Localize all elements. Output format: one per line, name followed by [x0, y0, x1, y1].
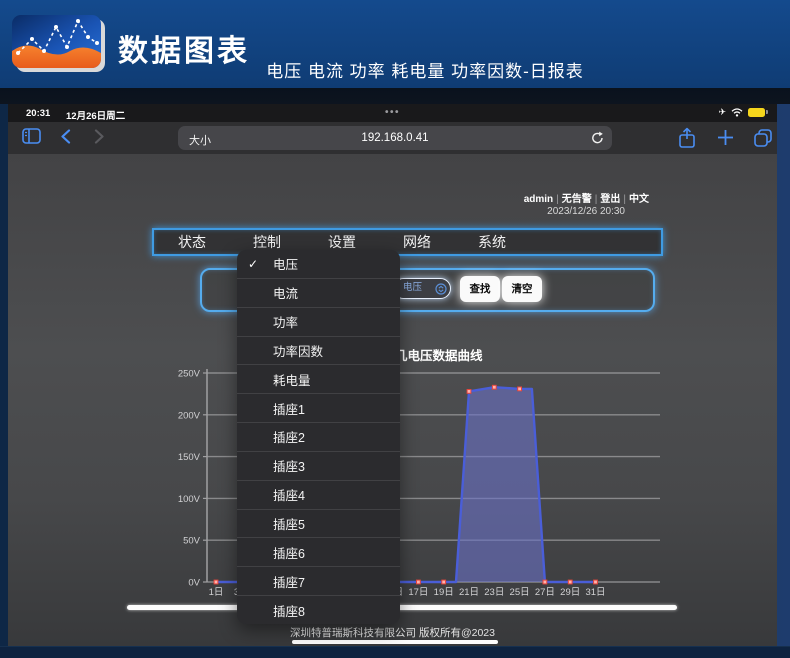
app-banner: 数据图表 电压 电流 功率 耗电量 功率因数-日报表	[0, 0, 790, 88]
new-tab-plus-icon[interactable]	[716, 128, 735, 147]
device-status-bar: 20:31 12月26日周二 ••• ✈	[8, 104, 777, 122]
dropdown-item-6[interactable]: 插座2	[237, 422, 400, 451]
svg-text:25日: 25日	[510, 587, 530, 598]
tabs-overview-icon[interactable]	[753, 128, 773, 148]
address-bar[interactable]: 大小 192.168.0.41	[178, 126, 612, 150]
language-link[interactable]: 中文	[629, 194, 649, 205]
dropdown-item-12[interactable]: 插座8	[237, 595, 400, 624]
svg-text:19日: 19日	[434, 587, 454, 598]
separator: |	[553, 194, 562, 205]
dropdown-item-label: 电压	[273, 254, 298, 273]
bottom-strip	[0, 646, 790, 658]
clear-button[interactable]: 清空	[502, 276, 542, 302]
wifi-icon	[731, 108, 743, 117]
dropdown-item-5[interactable]: 插座1	[237, 393, 400, 422]
horizontal-scrollbar[interactable]	[127, 605, 677, 610]
parameter-select-value: 电压	[403, 282, 422, 293]
report-subtitle: 电压 电流 功率 耗电量 功率因数-日报表	[230, 57, 620, 82]
nav-tab-4[interactable]: 系统	[478, 232, 506, 252]
svg-text:50V: 50V	[183, 536, 201, 547]
svg-text:100V: 100V	[178, 494, 201, 505]
tablet-screen: 20:31 12月26日周二 ••• ✈	[8, 104, 777, 646]
svg-text:17日: 17日	[408, 587, 428, 598]
dropdown-item-label: 耗电量	[273, 370, 311, 389]
find-button[interactable]: 查找	[460, 276, 500, 302]
svg-text:21日: 21日	[459, 587, 479, 598]
dropdown-item-label: 插座3	[273, 456, 305, 475]
logout-link[interactable]: 登出	[600, 194, 620, 205]
share-icon[interactable]	[678, 127, 696, 149]
dropdown-item-4[interactable]: 耗电量	[237, 364, 400, 393]
select-chevron-icon	[435, 283, 447, 295]
dropdown-item-2[interactable]: 功率	[237, 307, 400, 336]
dropdown-item-3[interactable]: 功率因数	[237, 336, 400, 365]
checkmark-icon: ✓	[248, 257, 258, 271]
svg-text:27日: 27日	[535, 587, 555, 598]
banner-divider	[0, 88, 790, 104]
dropdown-item-label: 插座8	[273, 601, 305, 620]
dropdown-item-11[interactable]: 插座7	[237, 566, 400, 595]
svg-text:31日: 31日	[585, 587, 605, 598]
parameter-dropdown-menu: ✓ 电压电流功率功率因数耗电量插座1 插座2 插座3 插座4 插座5 插座6 插座7 插座8	[237, 250, 400, 624]
dropdown-item-label: 功率因数	[273, 341, 323, 360]
nav-tab-0[interactable]: 状态	[178, 232, 206, 252]
svg-text:1日: 1日	[209, 587, 224, 598]
svg-text:0V: 0V	[188, 578, 200, 589]
copyright-footer: 深圳特普瑞斯科技有限公司 版权所有@2023	[8, 625, 777, 640]
reload-icon[interactable]	[591, 131, 604, 145]
alarm-status-label: 无告警	[562, 194, 592, 205]
url-text: 192.168.0.41	[178, 132, 612, 144]
forward-button-icon[interactable]	[94, 129, 105, 144]
dropdown-item-7[interactable]: 插座3	[237, 451, 400, 480]
sidebar-toggle-icon[interactable]	[22, 128, 41, 144]
status-menu-dots: •••	[8, 107, 777, 118]
dropdown-item-label: 插座1	[273, 399, 305, 418]
dropdown-item-label: 插座5	[273, 514, 305, 533]
nav-tab-1[interactable]: 控制	[253, 232, 281, 252]
main-nav-bar: 状态 控制 设置 网络 系统	[152, 228, 663, 256]
dropdown-item-8[interactable]: 插座4	[237, 480, 400, 509]
airplane-mode-icon: ✈	[718, 107, 726, 117]
web-page-content: admin|无告警|登出|中文 2023/12/26 20:30 状态控制设置网…	[8, 154, 777, 646]
dropdown-item-label: 插座6	[273, 543, 305, 562]
parameter-select[interactable]: 电压	[393, 278, 451, 299]
user-session-bar: admin|无告警|登出|中文	[524, 190, 649, 205]
dropdown-item-label: 电流	[273, 283, 298, 302]
session-datetime: 2023/12/26 20:30	[547, 206, 625, 217]
dropdown-item-0[interactable]: ✓ 电压	[237, 250, 400, 278]
dropdown-item-1[interactable]: 电流	[237, 278, 400, 307]
dropdown-item-9[interactable]: 插座5	[237, 509, 400, 538]
dropdown-item-10[interactable]: 插座6	[237, 537, 400, 566]
nav-tab-2[interactable]: 设置	[328, 232, 356, 252]
svg-text:29日: 29日	[560, 587, 580, 598]
browser-toolbar: 大小 192.168.0.41	[8, 122, 777, 154]
svg-text:23日: 23日	[484, 587, 504, 598]
svg-text:150V: 150V	[178, 452, 201, 463]
dropdown-item-label: 插座2	[273, 427, 305, 446]
svg-text:250V: 250V	[178, 369, 201, 380]
chart-title: 几电压数据曲线	[395, 345, 483, 364]
chart-app-logo-icon	[12, 13, 107, 73]
battery-low-power-icon	[748, 108, 765, 117]
svg-text:200V: 200V	[178, 410, 201, 421]
nav-tab-3[interactable]: 网络	[403, 232, 431, 252]
username-label: admin	[524, 194, 553, 205]
dropdown-item-label: 功率	[273, 312, 298, 331]
home-indicator[interactable]	[292, 640, 498, 644]
back-button-icon[interactable]	[60, 129, 71, 144]
dropdown-item-label: 插座7	[273, 572, 305, 591]
dropdown-item-label: 插座4	[273, 485, 305, 504]
screenshot-stage: 数据图表 电压 电流 功率 耗电量 功率因数-日报表 20:31 12月26日周…	[0, 0, 790, 658]
